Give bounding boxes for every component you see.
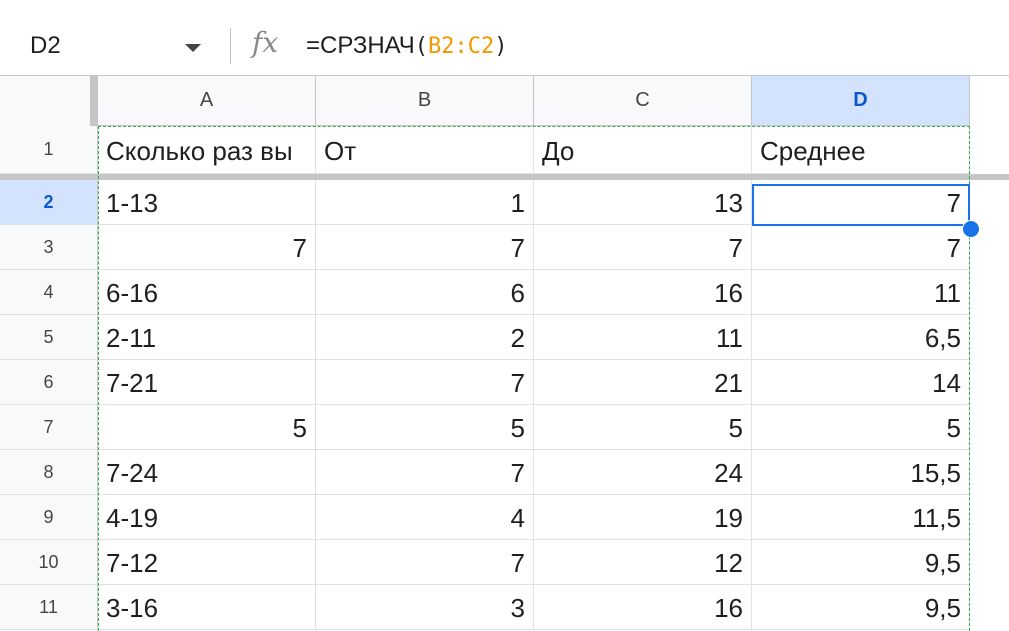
row-header-10[interactable]: 10 — [0, 540, 98, 585]
row-freeze-bar[interactable] — [0, 174, 1009, 180]
column-header-d[interactable]: D — [752, 76, 970, 126]
cell-c6[interactable]: 21 — [534, 360, 752, 405]
cell-d10[interactable]: 9,5 — [752, 540, 970, 585]
cell-b11[interactable]: 3 — [316, 585, 534, 630]
fx-icon: fx — [252, 26, 279, 59]
cell-a11[interactable]: 3-16 — [98, 585, 316, 630]
spreadsheet-grid: A B C D 1 Сколько раз вы От До Среднее 2 1-13 1 13 7 3… — [0, 76, 1009, 631]
row-header-1[interactable]: 1 — [0, 126, 98, 174]
row-header-3[interactable]: 3 — [0, 225, 98, 270]
cell-c2[interactable]: 13 — [534, 180, 752, 225]
cell-c11[interactable]: 16 — [534, 585, 752, 630]
cell-c9[interactable]: 19 — [534, 495, 752, 540]
cell-d8[interactable]: 15,5 — [752, 450, 970, 495]
row-header-11[interactable]: 11 — [0, 585, 98, 630]
row-header-2[interactable]: 2 — [0, 180, 98, 225]
cell-b7[interactable]: 5 — [316, 405, 534, 450]
cell-d5[interactable]: 6,5 — [752, 315, 970, 360]
cell-a9[interactable]: 4-19 — [98, 495, 316, 540]
cell-a2[interactable]: 1-13 — [98, 180, 316, 225]
chevron-down-icon[interactable] — [185, 44, 201, 52]
cell-c1[interactable]: До — [534, 126, 752, 174]
row-header-8[interactable]: 8 — [0, 450, 98, 495]
cell-d1[interactable]: Среднее — [752, 126, 970, 174]
cell-d6[interactable]: 14 — [752, 360, 970, 405]
cell-c3[interactable]: 7 — [534, 225, 752, 270]
column-header-a[interactable]: A — [98, 76, 316, 126]
cell-b6[interactable]: 7 — [316, 360, 534, 405]
cell-a5[interactable]: 2-11 — [98, 315, 316, 360]
cell-a8[interactable]: 7-24 — [98, 450, 316, 495]
cell-a4[interactable]: 6-16 — [98, 270, 316, 315]
select-all-corner[interactable] — [0, 76, 90, 126]
formula-bar-divider — [230, 28, 231, 64]
column-freeze-handle[interactable] — [90, 76, 98, 126]
row-header-7[interactable]: 7 — [0, 405, 98, 450]
cell-a1[interactable]: Сколько раз вы — [98, 126, 316, 174]
cell-d11[interactable]: 9,5 — [752, 585, 970, 630]
cell-d9[interactable]: 11,5 — [752, 495, 970, 540]
empty-column-strip — [970, 126, 1009, 631]
cell-c10[interactable]: 12 — [534, 540, 752, 585]
cell-b8[interactable]: 7 — [316, 450, 534, 495]
cell-b1[interactable]: От — [316, 126, 534, 174]
cell-c4[interactable]: 16 — [534, 270, 752, 315]
row-header-4[interactable]: 4 — [0, 270, 98, 315]
cell-d3[interactable]: 7 — [752, 225, 970, 270]
formula-input[interactable]: =СРЗНАЧ(B2:C2) — [306, 32, 508, 61]
cell-b10[interactable]: 7 — [316, 540, 534, 585]
cell-a3[interactable]: 7 — [98, 225, 316, 270]
fill-handle[interactable] — [962, 220, 980, 238]
row-header-5[interactable]: 5 — [0, 315, 98, 360]
cell-d4[interactable]: 11 — [752, 270, 970, 315]
formula-close-paren: ) — [494, 34, 508, 59]
formula-range-ref: B2:C2 — [428, 34, 495, 59]
cell-a10[interactable]: 7-12 — [98, 540, 316, 585]
formula-function: =СРЗНАЧ — [306, 32, 415, 59]
cell-b9[interactable]: 4 — [316, 495, 534, 540]
cell-b2[interactable]: 1 — [316, 180, 534, 225]
row-header-9[interactable]: 9 — [0, 495, 98, 540]
name-box[interactable]: D2 — [30, 32, 61, 60]
column-header-b[interactable]: B — [316, 76, 534, 126]
cell-a7[interactable]: 5 — [98, 405, 316, 450]
cell-b4[interactable]: 6 — [316, 270, 534, 315]
cell-d2[interactable]: 7 — [752, 180, 970, 225]
cell-c5[interactable]: 11 — [534, 315, 752, 360]
column-header-c[interactable]: C — [534, 76, 752, 126]
cell-c8[interactable]: 24 — [534, 450, 752, 495]
cell-a6[interactable]: 7-21 — [98, 360, 316, 405]
cell-b3[interactable]: 7 — [316, 225, 534, 270]
cell-d7[interactable]: 5 — [752, 405, 970, 450]
formula-open-paren: ( — [414, 34, 429, 59]
row-header-6[interactable]: 6 — [0, 360, 98, 405]
cell-c7[interactable]: 5 — [534, 405, 752, 450]
cell-b5[interactable]: 2 — [316, 315, 534, 360]
formula-bar: D2 fx =СРЗНАЧ(B2:C2) — [0, 16, 1009, 76]
